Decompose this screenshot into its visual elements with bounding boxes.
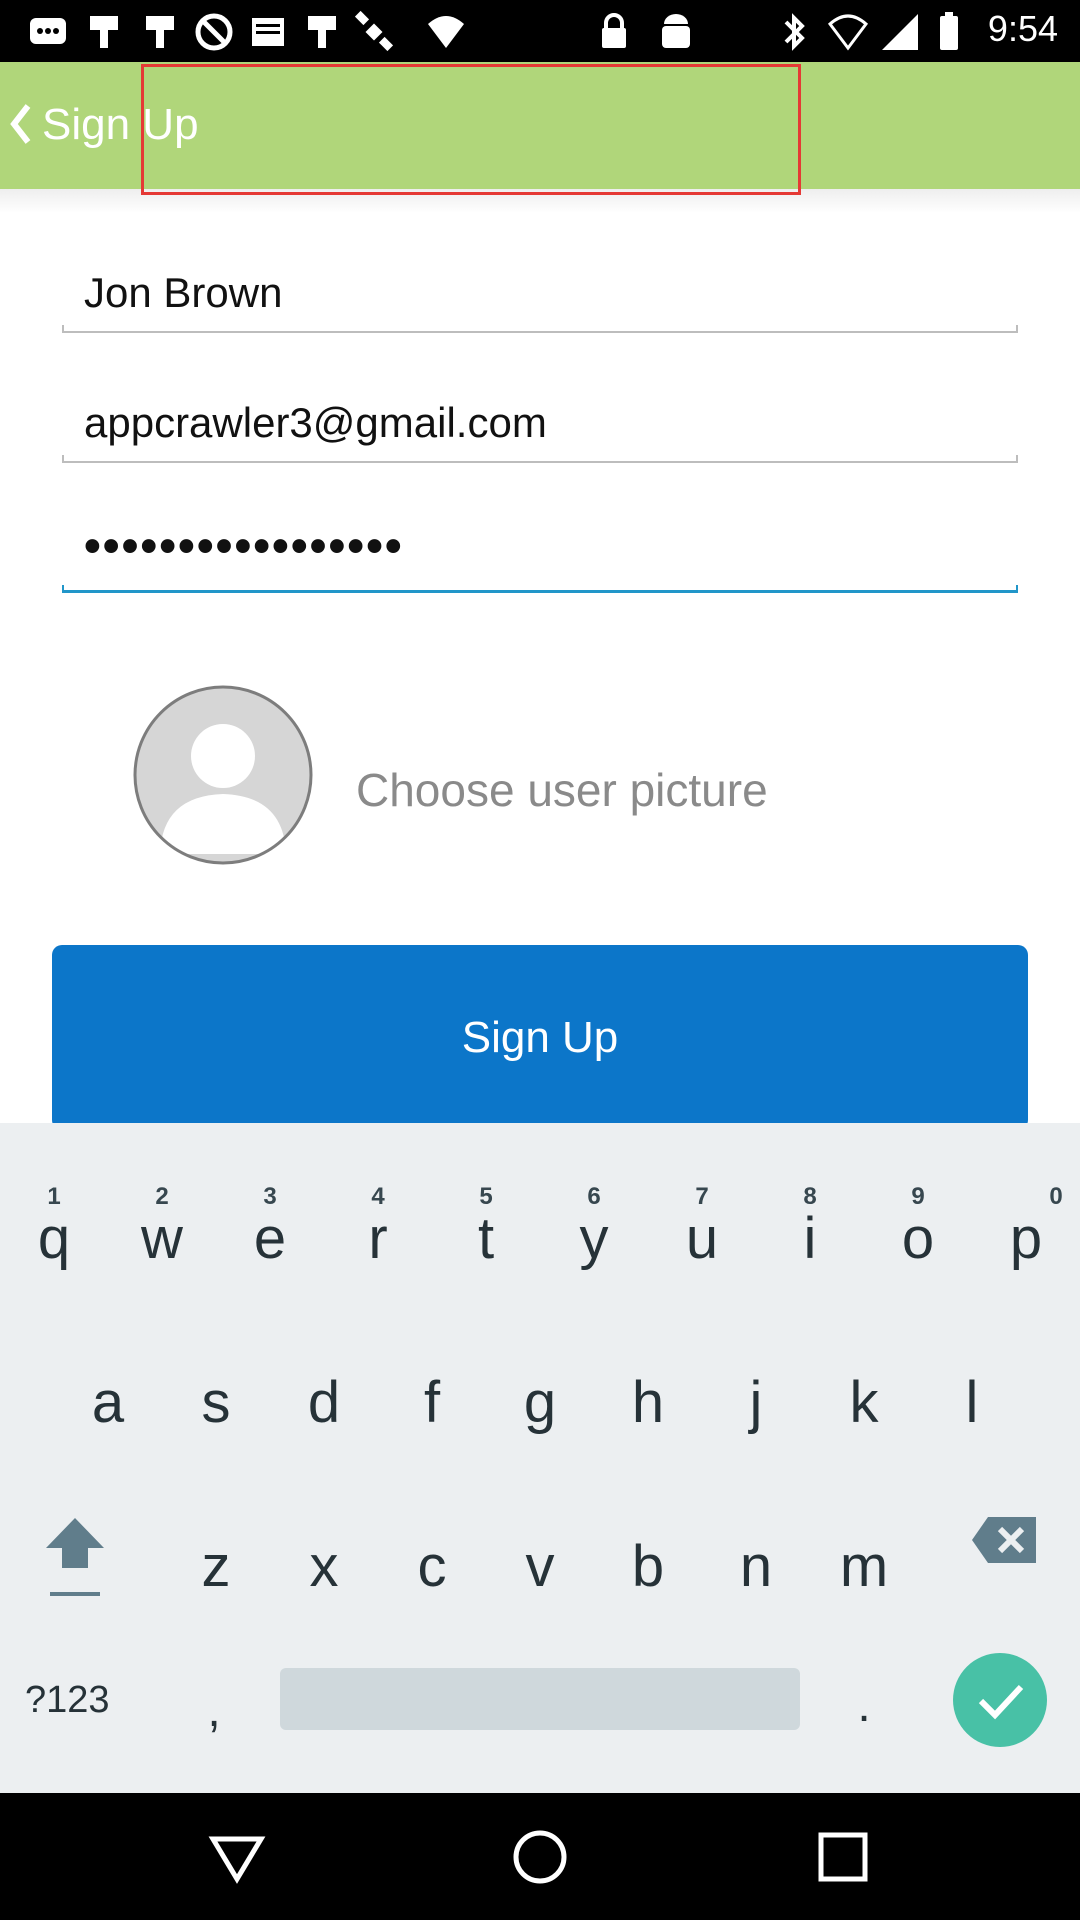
key-label: o (901, 1206, 935, 1271)
name-field-underline (62, 325, 1018, 333)
key-z[interactable]: z (162, 1533, 270, 1600)
back-triangle-icon[interactable] (205, 1825, 269, 1889)
key-n[interactable]: n (702, 1533, 810, 1600)
key-v[interactable]: v (486, 1533, 594, 1600)
key-r[interactable]: 4r (324, 1183, 432, 1272)
period-key[interactable]: . (810, 1678, 918, 1733)
bluetooth-icon (784, 13, 805, 51)
key-a[interactable]: a (54, 1369, 162, 1436)
key-p[interactable]: 0p (972, 1183, 1080, 1272)
key-hint: 6 (587, 1183, 601, 1210)
key-i[interactable]: 8i (756, 1183, 864, 1272)
key-b[interactable]: b (594, 1533, 702, 1600)
sign-up-button-label: Sign Up (461, 1012, 619, 1062)
password-field-underline (62, 585, 1018, 593)
key-k[interactable]: k (810, 1369, 918, 1436)
symbols-key[interactable]: ?123 (25, 1679, 110, 1722)
status-bar: 9:54 (0, 0, 1080, 62)
blocked-icon (195, 13, 233, 51)
list-icon (252, 18, 284, 46)
shift-key-icon[interactable] (42, 1508, 108, 1608)
soft-keyboard: 1q 2w 3e 4r 5t 6y 7u 8i 9o 0p a s d f g … (0, 1123, 1080, 1793)
key-o[interactable]: 9o (864, 1183, 972, 1272)
key-g[interactable]: g (486, 1369, 594, 1436)
key-j[interactable]: j (702, 1369, 810, 1436)
battery-icon (940, 12, 958, 50)
key-hint: 3 (263, 1183, 277, 1210)
notification-icon (90, 16, 118, 48)
key-label: q (37, 1206, 71, 1271)
navigation-bar (0, 1793, 1080, 1920)
key-m[interactable]: m (810, 1533, 918, 1600)
key-hint: 4 (371, 1183, 385, 1210)
key-label: t (477, 1206, 495, 1271)
comma-key[interactable]: , (160, 1683, 268, 1738)
key-l[interactable]: l (918, 1369, 1026, 1436)
name-field-value: Jon Brown (84, 269, 283, 316)
avatar-placeholder-icon[interactable] (132, 684, 314, 866)
key-y[interactable]: 6y (540, 1183, 648, 1272)
backspace-icon[interactable] (970, 1513, 1040, 1567)
key-label: r (368, 1206, 388, 1271)
name-field[interactable]: Jon Brown (62, 255, 1018, 333)
key-hint: 9 (911, 1183, 925, 1210)
email-field-underline (62, 455, 1018, 463)
key-label: e (253, 1206, 287, 1271)
chevron-left-icon[interactable] (6, 100, 34, 148)
key-hint: 1 (47, 1183, 61, 1210)
key-c[interactable]: c (378, 1533, 486, 1600)
key-s[interactable]: s (162, 1369, 270, 1436)
key-hint: 7 (695, 1183, 709, 1210)
home-circle-icon[interactable] (508, 1825, 572, 1889)
network-blocked-icon (827, 14, 869, 51)
email-field[interactable]: appcrawler3@gmail.com (62, 385, 1018, 463)
message-icon (30, 18, 66, 44)
notification-icon (308, 16, 336, 48)
key-w[interactable]: 2w (108, 1183, 216, 1272)
key-hint: 2 (155, 1183, 169, 1210)
key-hint: 0 (1049, 1183, 1063, 1210)
key-t[interactable]: 5t (432, 1183, 540, 1272)
key-u[interactable]: 7u (648, 1183, 756, 1272)
checkmark-icon (978, 1684, 1024, 1720)
key-label: p (1009, 1206, 1043, 1271)
key-hint: 8 (803, 1183, 817, 1210)
satellite-icon (354, 10, 394, 52)
clock: 9:54 (987, 8, 1058, 49)
password-field[interactable]: ••••••••••••••••• (62, 515, 1018, 593)
key-label: y (579, 1206, 609, 1271)
key-hint: 5 (479, 1183, 493, 1210)
sign-up-button[interactable]: Sign Up (52, 945, 1028, 1130)
highlight-box (141, 64, 801, 195)
key-x[interactable]: x (270, 1533, 378, 1600)
signal-icon (882, 14, 918, 50)
key-label: i (803, 1206, 817, 1271)
done-key[interactable] (953, 1653, 1047, 1747)
password-field-value: ••••••••••••••••• (84, 520, 404, 573)
key-label: u (685, 1206, 719, 1271)
key-f[interactable]: f (378, 1369, 486, 1436)
lock-icon (602, 13, 626, 48)
android-icon (662, 14, 690, 48)
key-d[interactable]: d (270, 1369, 378, 1436)
key-q[interactable]: 1q (0, 1183, 108, 1272)
email-field-value: appcrawler3@gmail.com (84, 399, 547, 446)
choose-picture-label[interactable]: Choose user picture (356, 763, 768, 817)
recents-square-icon[interactable] (811, 1825, 875, 1889)
network-blocked-icon (428, 16, 464, 48)
key-h[interactable]: h (594, 1369, 702, 1436)
key-e[interactable]: 3e (216, 1183, 324, 1272)
notification-icon (146, 16, 174, 48)
space-key[interactable] (280, 1668, 800, 1730)
key-label: w (141, 1206, 183, 1271)
